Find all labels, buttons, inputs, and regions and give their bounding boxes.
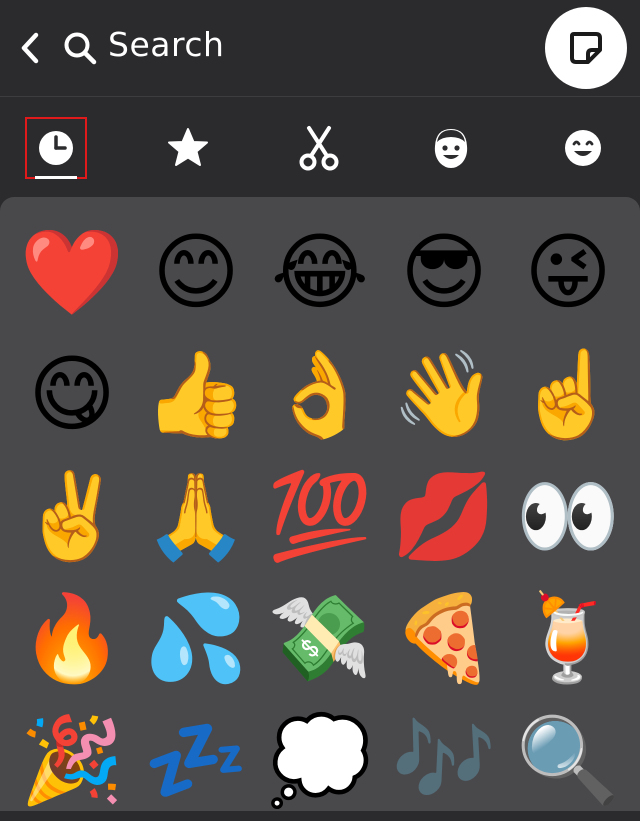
sunglasses-face-emoji[interactable]: 😎 (382, 211, 506, 333)
category-tabs (0, 97, 640, 197)
tab-emoji[interactable] (552, 117, 614, 179)
magnifying-glass-emoji[interactable]: 🔍 (506, 699, 630, 821)
emoji-grid: ❤️ 😊 😂 😎 😜 😋 👍 👌 👋 ☝️ ✌️ 🙏 💯 💋 👀 🔥 💦 💸 🍕 🍹 🎉 💤 💭 🎶 🔍 (10, 211, 630, 821)
tropical-drink-emoji[interactable]: 🍹 (506, 577, 630, 699)
tab-cutouts[interactable] (288, 117, 350, 179)
scissors-icon (299, 126, 339, 171)
selected-tab-indicator (35, 176, 77, 179)
folded-hands-emoji[interactable]: 🙏 (134, 455, 258, 577)
thumbs-up-emoji[interactable]: 👍 (134, 333, 258, 455)
zzz-emoji[interactable]: 💤 (134, 699, 258, 821)
star-icon (168, 128, 208, 166)
tab-recent[interactable] (25, 117, 87, 179)
waving-hand-emoji[interactable]: 👋 (382, 333, 506, 455)
clock-icon (39, 131, 73, 165)
emoji-panel: ❤️ 😊 😂 😎 😜 😋 👍 👌 👋 ☝️ ✌️ 🙏 💯 💋 👀 🔥 💦 💸 🍕 🍹 🎉 💤 💭 🎶 🔍 (0, 197, 640, 811)
musical-notes-emoji[interactable]: 🎶 (382, 699, 506, 821)
party-popper-emoji[interactable]: 🎉 (10, 699, 134, 821)
hundred-points-emoji[interactable]: 💯 (258, 455, 382, 577)
ok-hand-emoji[interactable]: 👌 (258, 333, 382, 455)
eyes-emoji[interactable]: 👀 (506, 455, 630, 577)
kiss-mark-emoji[interactable]: 💋 (382, 455, 506, 577)
search-input[interactable]: Search (108, 25, 224, 64)
bitmoji-face-icon (434, 129, 468, 168)
tears-of-joy-emoji[interactable]: 😂 (258, 211, 382, 333)
smiley-icon (565, 130, 601, 166)
money-with-wings-emoji[interactable]: 💸 (258, 577, 382, 699)
winking-tongue-emoji[interactable]: 😜 (506, 211, 630, 333)
chevron-left-icon (21, 32, 39, 64)
sticker-icon (570, 32, 602, 64)
index-pointing-up-emoji[interactable]: ☝️ (506, 333, 630, 455)
tab-favorites[interactable] (157, 117, 219, 179)
pizza-emoji[interactable]: 🍕 (382, 577, 506, 699)
savoring-food-emoji[interactable]: 😋 (10, 333, 134, 455)
top-bar: Search (0, 0, 640, 96)
sticker-button[interactable] (545, 7, 627, 89)
fire-emoji[interactable]: 🔥 (10, 577, 134, 699)
smiling-face-emoji[interactable]: 😊 (134, 211, 258, 333)
red-heart-emoji[interactable]: ❤️ (10, 211, 134, 333)
victory-hand-emoji[interactable]: ✌️ (10, 455, 134, 577)
back-button[interactable] (16, 30, 44, 66)
thought-balloon-emoji[interactable]: 💭 (258, 699, 382, 821)
sweat-droplets-emoji[interactable]: 💦 (134, 577, 258, 699)
tab-bitmoji[interactable] (420, 117, 482, 179)
search-icon[interactable] (62, 30, 98, 66)
